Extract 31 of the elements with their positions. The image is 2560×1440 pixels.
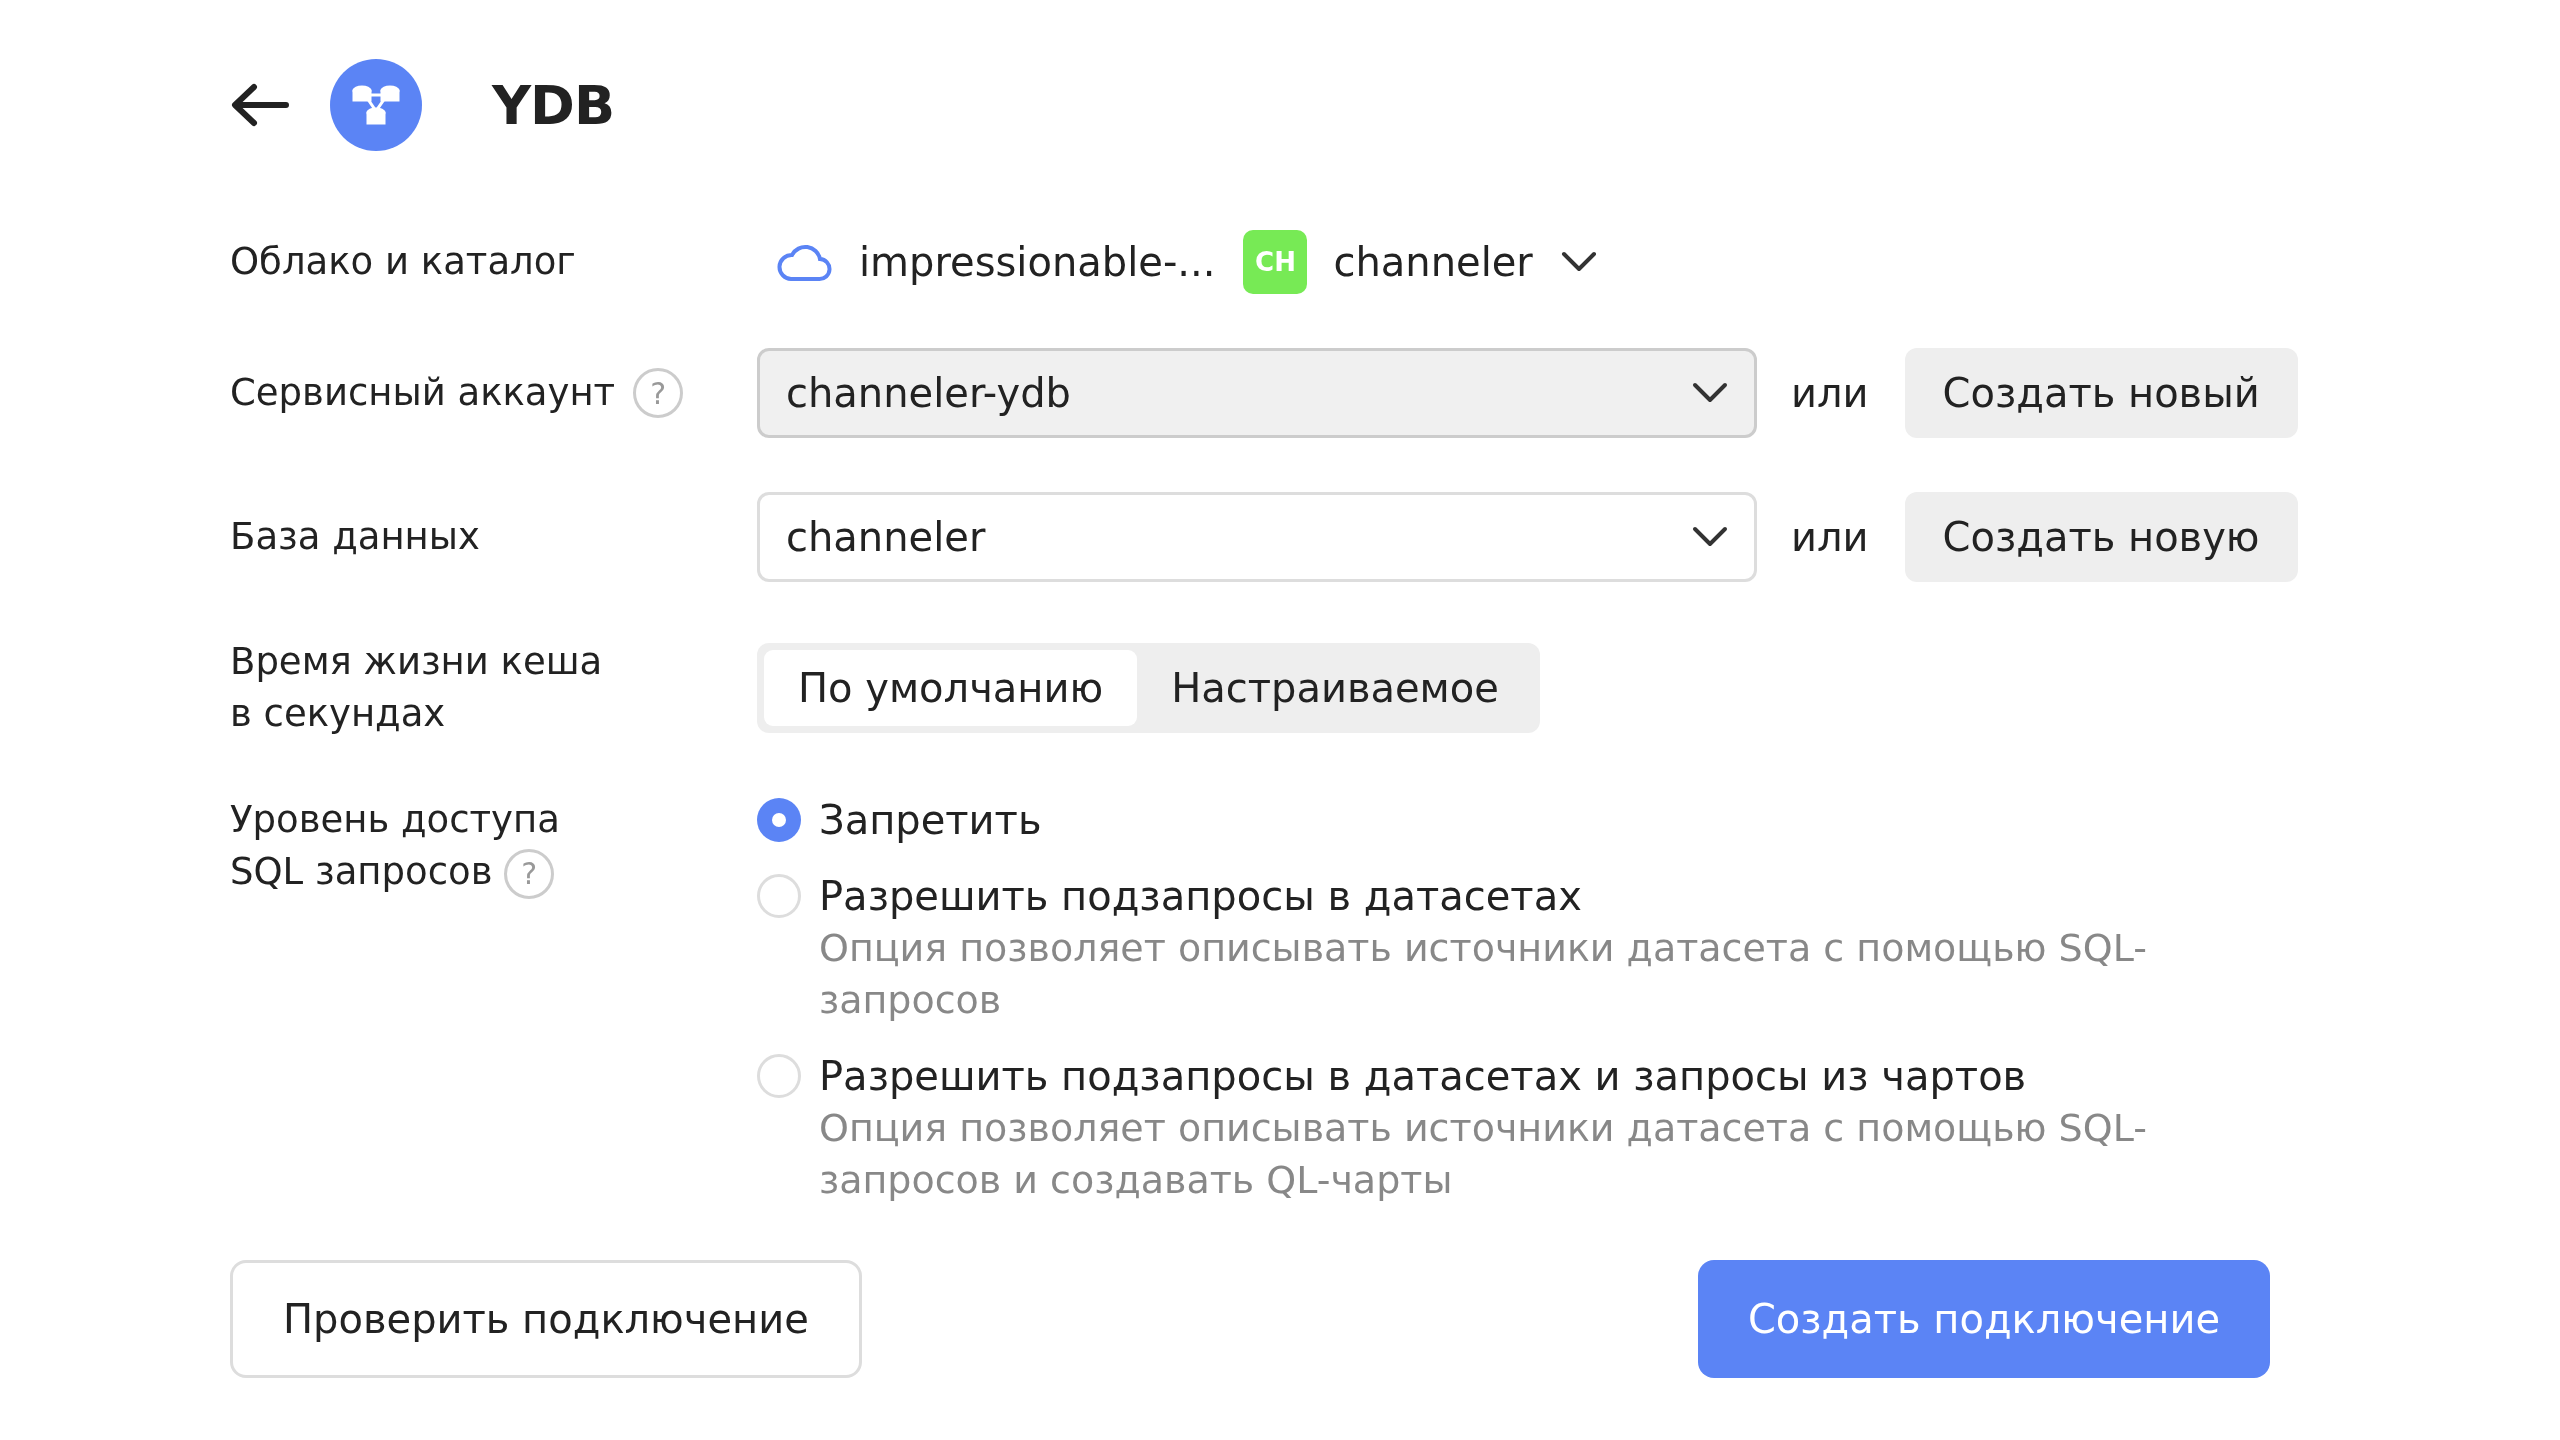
radio-button[interactable]	[757, 874, 801, 918]
radio-label: Запретить	[819, 796, 1042, 845]
chevron-down-icon	[1692, 382, 1728, 404]
check-connection-button[interactable]: Проверить подключение	[230, 1260, 862, 1378]
or-text: или	[1791, 514, 1869, 560]
radio-label: Разрешить подзапросы в датасетах	[819, 872, 1583, 921]
radio-button[interactable]	[757, 1054, 801, 1098]
database-logo-icon	[330, 59, 422, 151]
field-label: Время жизни кеша в секундах	[230, 639, 604, 737]
option-description: Опция позволяет описывать источники датасета с помощью SQL-запросов и создавать QL-чарты	[819, 1105, 2148, 1204]
or-text: или	[1791, 370, 1869, 416]
back-arrow-icon[interactable]	[230, 82, 290, 128]
segment-tab[interactable]: Настраиваемое	[1137, 650, 1533, 726]
field-label: База данных	[230, 514, 480, 560]
folder-badge: CH	[1243, 230, 1308, 294]
page-title: YDB	[492, 73, 615, 137]
field-label: Сервисный аккаунт	[230, 370, 616, 416]
radio-button[interactable]	[757, 798, 801, 842]
chevron-down-icon	[1692, 526, 1728, 548]
service-account-select[interactable]: channeler-ydb	[757, 348, 1757, 438]
folder-name[interactable]: channeler	[1333, 239, 1533, 285]
radio-label: Разрешить подзапросы в датасетах и запросы из чартов	[819, 1052, 2028, 1101]
field-label: Облако и каталог	[230, 239, 576, 285]
segment-tab[interactable]: По умолчанию	[764, 650, 1138, 726]
cloud-name[interactable]: impressionable-...	[859, 239, 1216, 285]
create-button[interactable]: Создать новый	[1904, 348, 2298, 438]
chevron-down-icon	[1560, 251, 1597, 273]
create-button[interactable]: Создать новую	[1904, 492, 2298, 582]
database-select[interactable]: channeler	[757, 492, 1757, 582]
option-description: Опция позволяет описывать источники датасета с помощью SQL-запросов	[819, 925, 2148, 1024]
field-label: Уровень доступа SQL запросов ?	[230, 794, 620, 899]
